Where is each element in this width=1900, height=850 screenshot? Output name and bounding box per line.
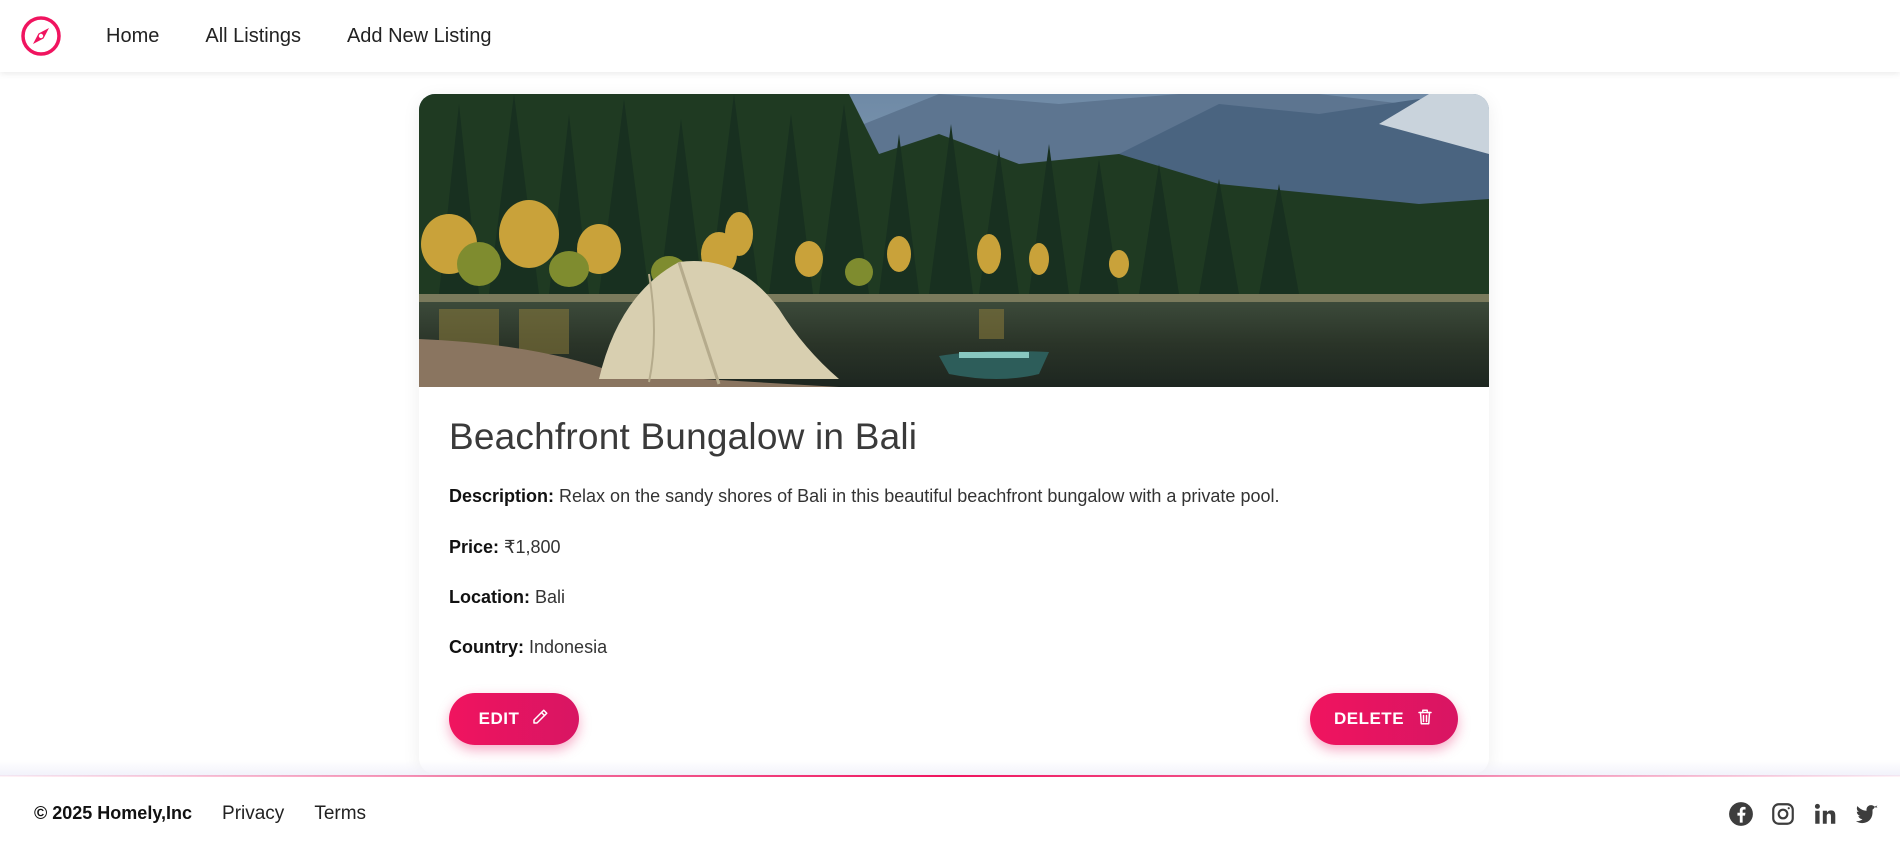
nav-link-add-new-listing[interactable]: Add New Listing: [347, 25, 492, 48]
country-value: Indonesia: [529, 637, 608, 657]
facebook-icon[interactable]: [1728, 801, 1754, 827]
copyright-text: © 2025 Homely,Inc: [34, 803, 193, 823]
country-label: Country:: [449, 637, 524, 657]
edit-button[interactable]: EDIT: [449, 693, 579, 745]
location-label: Location:: [449, 587, 530, 607]
nav-link-all-listings[interactable]: All Listings: [205, 25, 301, 48]
price-label: Price:: [449, 537, 500, 557]
location-row: Location: Bali: [449, 587, 565, 608]
footer-link-terms[interactable]: Terms: [314, 803, 366, 825]
location-value: Bali: [535, 587, 566, 607]
listing-card: Beachfront Bungalow in Bali Description:…: [419, 94, 1489, 774]
footer: © 2025 Homely,Inc Privacy Terms: [0, 777, 1900, 850]
country-row: Country: Indonesia: [449, 637, 607, 658]
footer-link-privacy[interactable]: Privacy: [222, 803, 284, 825]
compass-icon[interactable]: [20, 15, 62, 57]
twitter-icon[interactable]: [1854, 801, 1880, 827]
delete-button[interactable]: DELETE: [1310, 693, 1458, 745]
price-row: Price: ₹1,800: [449, 537, 561, 558]
social-links: [1728, 801, 1880, 827]
description-value: Relax on the sandy shores of Bali in thi…: [559, 486, 1280, 506]
trash-icon: [1416, 708, 1434, 731]
footer-fade: [0, 760, 1900, 776]
listing-image: [419, 94, 1489, 387]
linkedin-icon[interactable]: [1812, 801, 1838, 827]
listing-title: Beachfront Bungalow in Bali: [449, 416, 918, 457]
description-row: Description: Relax on the sandy shores o…: [449, 486, 1279, 507]
description-label: Description:: [449, 486, 555, 506]
pencil-icon: [531, 708, 549, 731]
edit-label: EDIT: [478, 709, 520, 728]
navbar: Home All Listings Add New Listing: [0, 0, 1900, 72]
nav-link-home[interactable]: Home: [106, 25, 159, 48]
instagram-icon[interactable]: [1770, 801, 1796, 827]
delete-label: DELETE: [1333, 709, 1405, 728]
price-value: ₹1,800: [504, 537, 561, 557]
